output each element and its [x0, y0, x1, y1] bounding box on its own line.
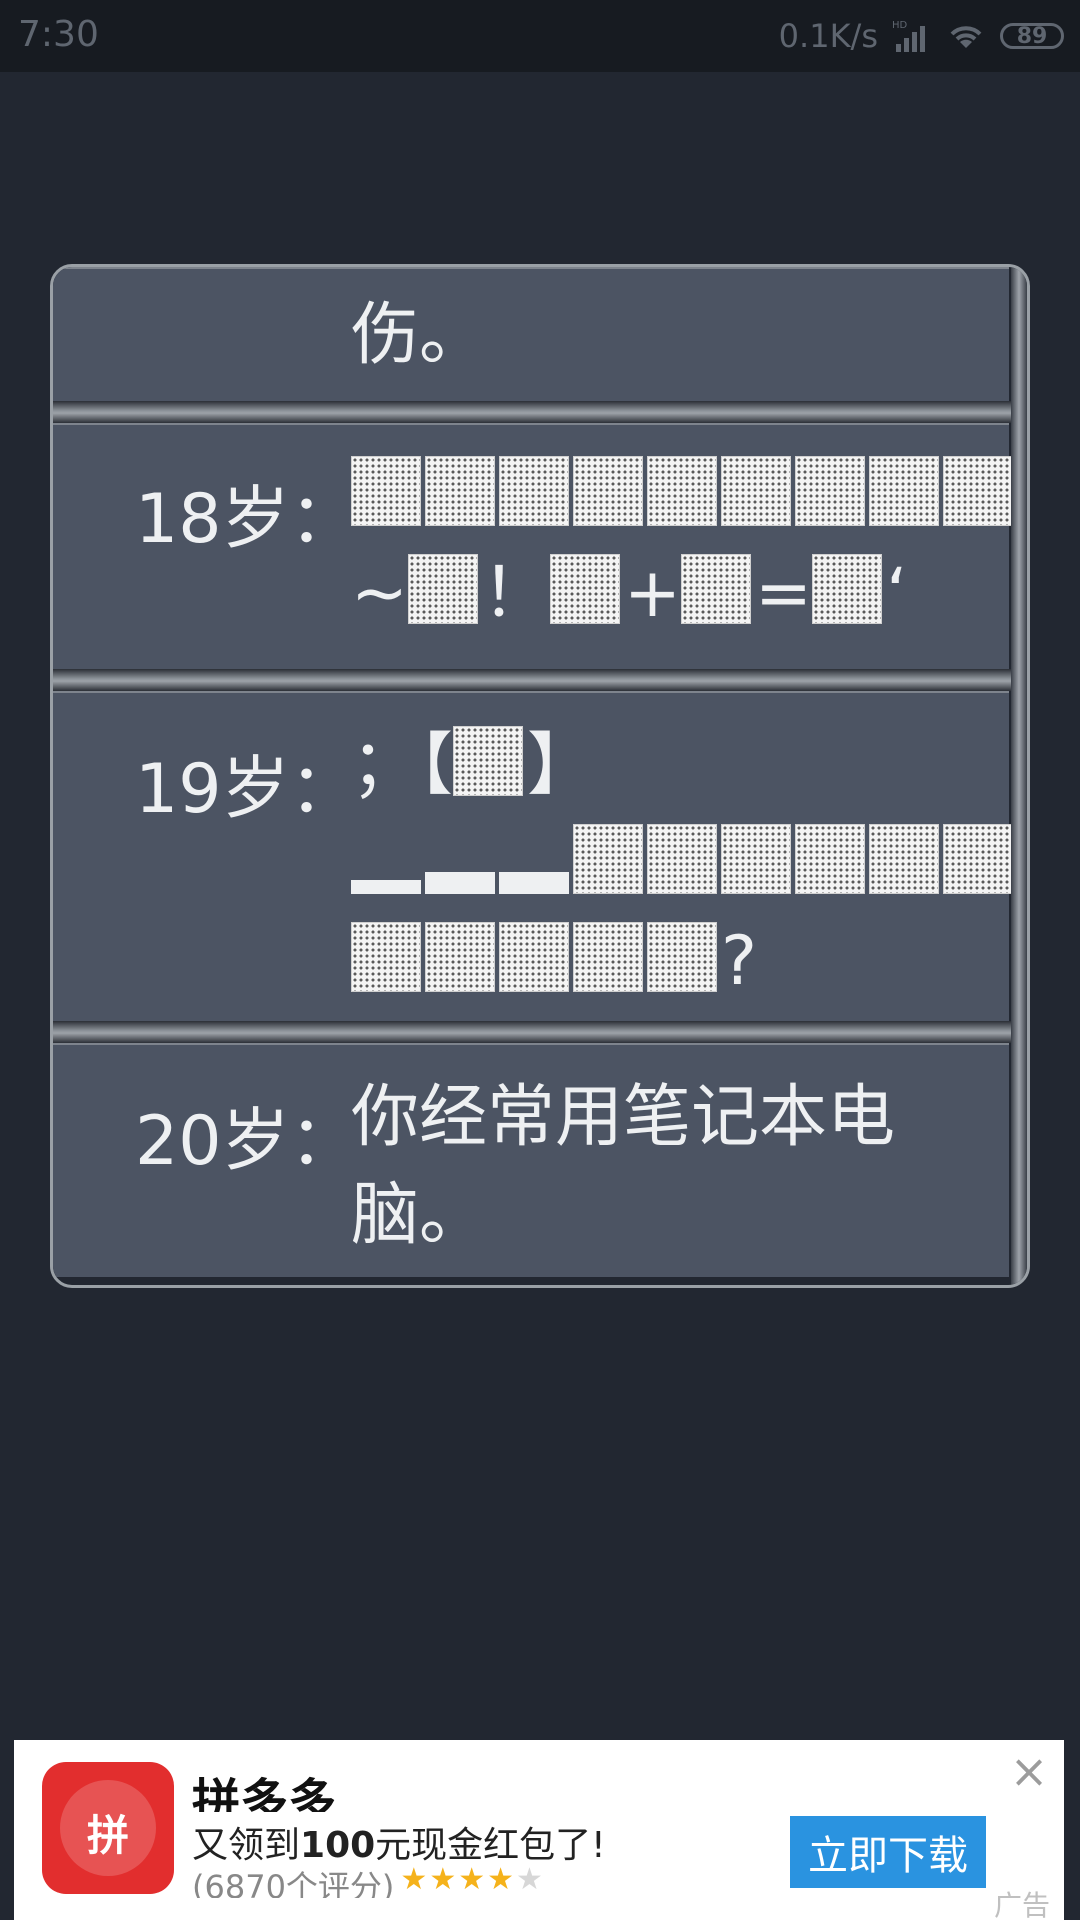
row-line-1: 你经常用笔记本电 [351, 1078, 896, 1157]
rating-count: (6870个评分) [192, 1868, 395, 1898]
list-item: 20岁： 你经常用笔记本电 脑。 [53, 1043, 1009, 1277]
missing-glyph [721, 456, 791, 526]
status-bar: 7:30 0.1K/s HD 89 [0, 0, 1080, 72]
scroll-rail[interactable] [1011, 267, 1027, 1285]
missing-glyph [647, 456, 717, 526]
missing-glyph [425, 922, 495, 992]
status-time: 7:30 [18, 14, 99, 55]
age-label: 18岁： [135, 480, 358, 559]
row-line-2: 脑。 [351, 1176, 488, 1255]
missing-glyph [573, 824, 643, 894]
missing-glyph [943, 824, 1013, 894]
missing-glyph [647, 922, 717, 992]
row-line-1: ；【】 [351, 726, 596, 805]
row-text: ~！ + = ‘ [351, 447, 1013, 643]
close-icon[interactable]: × [1006, 1748, 1052, 1794]
ad-banner[interactable]: 拼 拼多多 又领到100元现金红包了! (6870个评分) ★★★★★ 立即下载… [14, 1740, 1064, 1920]
missing-glyph [499, 456, 569, 526]
row-divider [53, 669, 1013, 691]
status-indicators: 0.1K/s HD 89 [779, 14, 1064, 58]
missing-glyph [351, 922, 421, 992]
missing-glyph [573, 456, 643, 526]
row-text: 伤。 [351, 287, 1013, 385]
missing-glyph [425, 456, 495, 526]
missing-glyph [550, 554, 620, 624]
app-icon[interactable]: 拼 [42, 1762, 174, 1894]
ad-rating: (6870个评分) ★★★★★ [192, 1862, 545, 1898]
ad-description: 又领到100元现金红包了! [192, 1816, 606, 1868]
missing-glyph [721, 824, 791, 894]
ad-label: 广告 [993, 1889, 1050, 1920]
battery-icon: 89 [1000, 23, 1064, 49]
row-text: 你经常用笔记本电 脑。 [351, 1069, 1013, 1265]
list-item: 18岁： ~！ + = ‘ [53, 423, 1013, 671]
missing-glyph [869, 824, 939, 894]
age-label: 20岁： [135, 1102, 358, 1181]
age-label: 19岁： [135, 750, 358, 829]
missing-glyph [647, 824, 717, 894]
missing-glyph [407, 554, 478, 624]
row-line-2: ~！ + = ‘ [351, 554, 908, 633]
dash-glyph [351, 880, 421, 894]
timeline-card[interactable]: 伤。 18岁： ~！ + = ‘ 19岁： ；【】 ? 20岁： 你经常用笔记本… [50, 264, 1030, 1288]
signal-icon: HD [892, 20, 925, 52]
ad-desc-prefix: 又领到 [192, 1825, 301, 1866]
missing-glyph [811, 554, 882, 624]
row-divider [53, 401, 1013, 423]
missing-glyph [680, 554, 751, 624]
timeline-list[interactable]: 伤。 18岁： ~！ + = ‘ 19岁： ；【】 ? 20岁： 你经常用笔记本… [53, 267, 1013, 1277]
missing-glyph [795, 456, 865, 526]
ad-desc-amount: 100 [300, 1825, 376, 1866]
dash-glyph [425, 872, 495, 894]
row-line-1 [351, 447, 1013, 545]
list-item: 19岁： ；【】 ? [53, 691, 1013, 1023]
row-text: ；【】 ? [351, 717, 1013, 1011]
list-item: 伤。 [53, 267, 1009, 403]
row-line-3: ? [351, 913, 1013, 1011]
missing-glyph [573, 922, 643, 992]
ad-app-name: 拼多多 [192, 1774, 337, 1812]
row-divider [53, 1021, 1013, 1043]
missing-glyph [795, 824, 865, 894]
wifi-icon [950, 26, 982, 48]
download-button[interactable]: 立即下载 [790, 1816, 986, 1888]
missing-glyph [499, 922, 569, 992]
network-speed: 0.1K/s [778, 17, 878, 55]
ad-desc-suffix: 元现金红包了! [375, 1825, 606, 1866]
row-line-2 [351, 815, 1013, 913]
dash-glyph [499, 872, 569, 894]
missing-glyph [869, 456, 939, 526]
row-line: 伤。 [351, 296, 488, 375]
network-type: HD [892, 20, 908, 31]
app-icon-glyph: 拼 [86, 1811, 129, 1860]
missing-glyph [943, 456, 1013, 526]
star-rating-icon: ★★★★★ [400, 1862, 545, 1897]
missing-glyph [351, 456, 421, 526]
missing-glyph [453, 726, 524, 796]
